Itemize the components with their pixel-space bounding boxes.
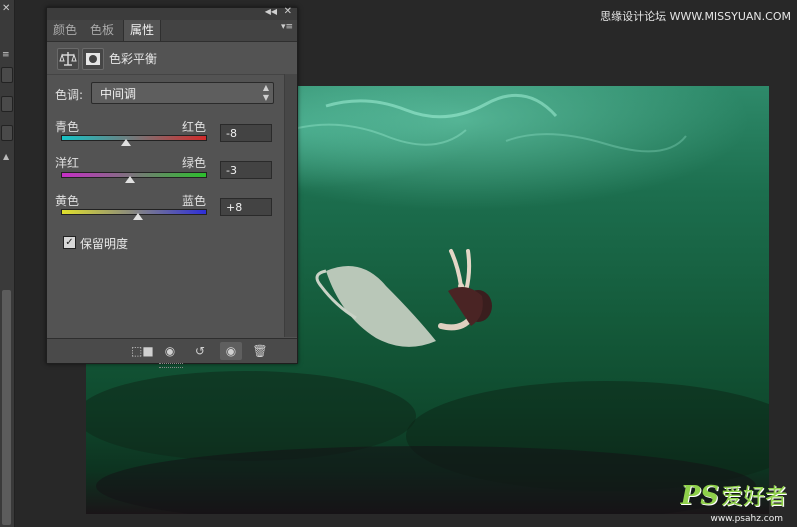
panel-title: 色彩平衡 xyxy=(109,52,158,66)
close-icon[interactable]: ✕ xyxy=(284,6,292,17)
watermark-logo: PS 爱好者 xyxy=(681,479,787,511)
properties-panel: ◀◀ ✕ 颜色 色板 属性 ▾≡ 色彩平衡 色调: 中间调 ▲ ▼ 青色 红色 … xyxy=(46,6,298,368)
yellow-blue-input[interactable]: +8 xyxy=(220,198,272,216)
watermark-top: 思缘设计论坛 WWW.MISSYUAN.COM xyxy=(600,10,791,23)
scrollbar[interactable] xyxy=(2,290,11,525)
slider-label-cyan: 青色 xyxy=(55,120,80,134)
tone-label: 色调: xyxy=(55,88,84,102)
panel-toggle-button[interactable] xyxy=(1,67,13,83)
slider-label-green: 绿色 xyxy=(182,156,207,170)
clip-to-layer-icon[interactable]: ⬚■ xyxy=(131,342,154,360)
trash-icon[interactable]: 🗑 xyxy=(249,342,271,360)
slider-label-blue: 蓝色 xyxy=(182,194,207,208)
diver-figure xyxy=(315,249,492,347)
preserve-luminosity-label: 保留明度 xyxy=(80,237,129,251)
cyan-red-slider[interactable] xyxy=(61,135,207,141)
close-icon[interactable]: ✕ xyxy=(2,3,10,14)
cyan-red-slider-thumb[interactable] xyxy=(121,139,131,146)
watermark-logo-ps: PS xyxy=(680,481,719,511)
watermark-url: www.psahz.com xyxy=(710,514,783,524)
left-panel-strip: ✕ ≡ ▲ xyxy=(0,0,15,527)
panel-scrollbar[interactable] xyxy=(284,74,297,337)
tab-swatches[interactable]: 色板 xyxy=(84,20,120,41)
magenta-green-input[interactable]: -3 xyxy=(220,161,272,179)
panel-menu-icon[interactable]: ▾≡ xyxy=(281,22,293,32)
layer-mask-icon[interactable] xyxy=(82,48,104,70)
panel-titlebar[interactable]: ◀◀ ✕ xyxy=(47,6,297,20)
panel-toggle-button[interactable] xyxy=(1,96,13,112)
arrow-up-icon[interactable]: ▲ xyxy=(3,152,9,161)
panel-toggle-button[interactable] xyxy=(1,125,13,141)
yellow-blue-slider-thumb[interactable] xyxy=(133,213,143,220)
slider-label-magenta: 洋红 xyxy=(55,156,80,170)
reset-icon[interactable]: ↺ xyxy=(189,342,211,360)
panel-footer: ⬚■ ◉ ↺ ◉ 🗑 xyxy=(47,338,297,368)
collapse-icon[interactable]: ◀◀ xyxy=(265,7,277,16)
slider-label-red: 红色 xyxy=(182,120,207,134)
panel-tabbar: 颜色 色板 属性 ▾≡ xyxy=(47,20,297,42)
tab-color[interactable]: 颜色 xyxy=(47,20,83,41)
cyan-red-input[interactable]: -8 xyxy=(220,124,272,142)
magenta-green-slider-thumb[interactable] xyxy=(125,176,135,183)
preserve-luminosity-checkbox[interactable]: ✓ xyxy=(63,236,76,249)
resize-grip[interactable] xyxy=(159,363,183,368)
watermark-logo-text: 爱好者 xyxy=(720,485,787,510)
balance-scale-icon[interactable] xyxy=(57,48,79,70)
view-previous-state-icon[interactable]: ◉ xyxy=(159,342,181,360)
menu-icon[interactable]: ≡ xyxy=(2,50,10,60)
adjustment-header: 色彩平衡 xyxy=(47,42,297,75)
tab-properties[interactable]: 属性 xyxy=(123,20,162,41)
updown-arrows-icon: ▲ ▼ xyxy=(262,83,269,102)
tone-select[interactable]: 中间调 ▲ ▼ xyxy=(91,82,274,104)
slider-label-yellow: 黄色 xyxy=(55,194,80,208)
eye-icon[interactable]: ◉ xyxy=(220,342,242,360)
tone-select-value: 中间调 xyxy=(100,87,137,101)
